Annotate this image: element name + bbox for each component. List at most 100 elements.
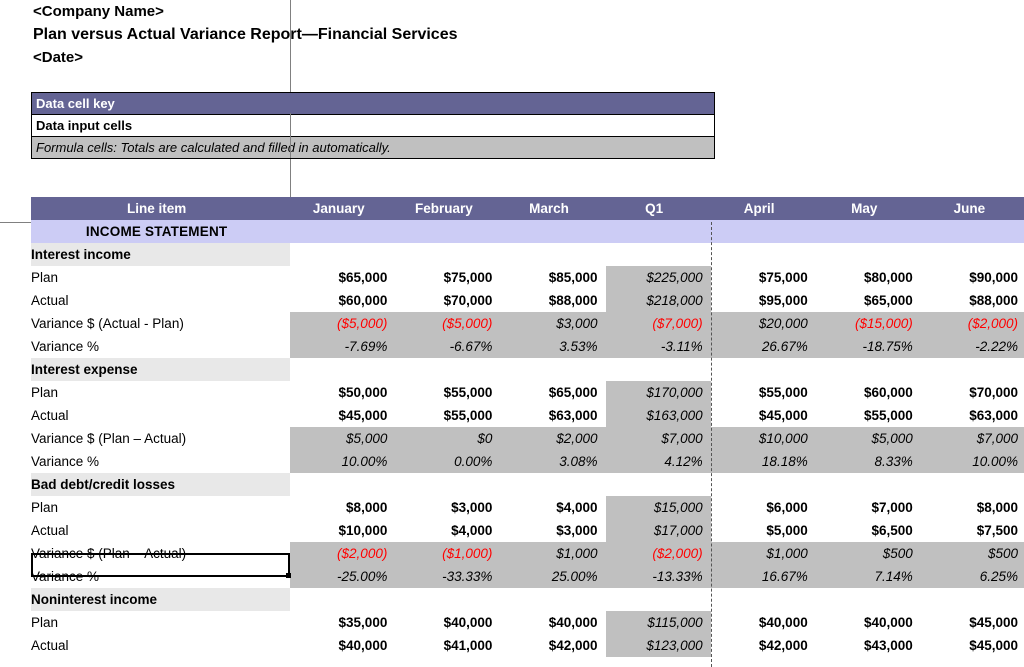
group-heading-label[interactable]: Interest income [31, 243, 291, 266]
data-cell[interactable]: $7,500 [920, 519, 1024, 542]
data-cell[interactable]: $90,000 [920, 266, 1024, 289]
row-label[interactable]: Variance % [31, 450, 291, 473]
data-cell[interactable]: $42,000 [500, 634, 606, 657]
data-cell[interactable]: $50,000 [290, 381, 396, 404]
data-cell[interactable]: $75,000 [710, 266, 816, 289]
data-cell[interactable]: $45,000 [290, 404, 396, 427]
data-cell[interactable]: $41,000 [395, 634, 501, 657]
data-cell[interactable]: ($15,000) [815, 312, 921, 335]
data-cell[interactable]: $63,000 [500, 404, 606, 427]
data-cell[interactable]: $65,000 [815, 289, 921, 312]
data-cell[interactable]: 0.00% [395, 450, 501, 473]
row-label[interactable]: Plan [31, 381, 291, 404]
data-cell[interactable]: $40,000 [710, 611, 816, 634]
data-cell[interactable]: ($5,000) [290, 312, 396, 335]
data-cell[interactable]: $70,000 [395, 289, 501, 312]
data-cell[interactable]: $7,000 [605, 427, 711, 450]
data-cell[interactable]: $163,000 [605, 404, 711, 427]
data-cell[interactable]: 4.12% [605, 450, 711, 473]
data-cell[interactable]: $65,000 [290, 266, 396, 289]
data-cell[interactable]: $6,000 [710, 496, 816, 519]
data-cell[interactable]: $7,000 [920, 427, 1024, 450]
data-cell[interactable]: -6.67% [395, 335, 501, 358]
column-header-q1[interactable]: Q1 [605, 197, 711, 220]
data-cell[interactable]: $88,000 [500, 289, 606, 312]
row-label[interactable]: Variance $ (Actual - Plan) [31, 312, 291, 335]
data-cell[interactable]: $20,000 [710, 312, 816, 335]
row-label[interactable]: Actual [31, 634, 291, 657]
data-cell[interactable]: $88,000 [920, 289, 1024, 312]
data-cell[interactable]: ($7,000) [605, 312, 711, 335]
data-cell[interactable]: 16.67% [710, 565, 816, 588]
data-cell[interactable]: $17,000 [605, 519, 711, 542]
data-cell[interactable]: $55,000 [395, 404, 501, 427]
data-cell[interactable]: ($2,000) [290, 542, 396, 565]
data-cell[interactable]: 10.00% [290, 450, 396, 473]
row-label[interactable]: Variance % [31, 335, 291, 358]
data-cell[interactable]: $8,000 [920, 496, 1024, 519]
row-label[interactable]: Variance $ (Plan – Actual) [31, 542, 291, 565]
data-cell[interactable]: $4,000 [500, 496, 606, 519]
data-cell[interactable]: ($5,000) [395, 312, 501, 335]
data-cell[interactable]: $80,000 [815, 266, 921, 289]
group-heading-label[interactable]: Noninterest income [31, 588, 291, 611]
data-cell[interactable]: $3,000 [500, 519, 606, 542]
data-cell[interactable]: $5,000 [290, 427, 396, 450]
data-cell[interactable]: $43,000 [815, 634, 921, 657]
data-cell[interactable]: $10,000 [290, 519, 396, 542]
data-cell[interactable]: $42,000 [710, 634, 816, 657]
column-header-june[interactable]: June [920, 197, 1024, 220]
row-label[interactable]: Actual [31, 404, 291, 427]
row-label[interactable]: Plan [31, 266, 291, 289]
data-cell[interactable]: $45,000 [920, 634, 1024, 657]
data-cell[interactable]: $115,000 [605, 611, 711, 634]
data-cell[interactable]: $45,000 [710, 404, 816, 427]
data-cell[interactable]: 6.25% [920, 565, 1024, 588]
data-cell[interactable]: -13.33% [605, 565, 711, 588]
data-cell[interactable]: $45,000 [920, 611, 1024, 634]
data-cell[interactable]: $40,000 [290, 634, 396, 657]
data-cell[interactable]: $123,000 [605, 634, 711, 657]
data-cell[interactable]: $40,000 [815, 611, 921, 634]
column-header-february[interactable]: February [395, 197, 501, 220]
data-cell[interactable]: ($2,000) [920, 312, 1024, 335]
data-cell[interactable]: $55,000 [815, 404, 921, 427]
row-label[interactable]: Variance $ (Plan – Actual) [31, 427, 291, 450]
group-heading-label[interactable]: Bad debt/credit losses [31, 473, 291, 496]
data-cell[interactable]: ($2,000) [605, 542, 711, 565]
data-cell[interactable]: ($1,000) [395, 542, 501, 565]
data-cell[interactable]: $95,000 [710, 289, 816, 312]
row-label[interactable]: Actual [31, 519, 291, 542]
column-header-line-item[interactable]: Line item [31, 197, 291, 220]
data-cell[interactable]: $3,000 [395, 496, 501, 519]
column-header-january[interactable]: January [290, 197, 396, 220]
data-cell[interactable]: $85,000 [500, 266, 606, 289]
data-cell[interactable]: $1,000 [710, 542, 816, 565]
data-cell[interactable]: $60,000 [290, 289, 396, 312]
data-cell[interactable]: -25.00% [290, 565, 396, 588]
row-label[interactable]: Plan [31, 496, 291, 519]
data-cell[interactable]: $4,000 [395, 519, 501, 542]
data-cell[interactable]: $7,000 [815, 496, 921, 519]
data-cell[interactable]: -33.33% [395, 565, 501, 588]
column-header-may[interactable]: May [815, 197, 921, 220]
data-cell[interactable]: $3,000 [500, 312, 606, 335]
data-cell[interactable]: 3.08% [500, 450, 606, 473]
data-cell[interactable]: $6,500 [815, 519, 921, 542]
data-cell[interactable]: $70,000 [920, 381, 1024, 404]
data-cell[interactable]: -2.22% [920, 335, 1024, 358]
data-cell[interactable]: 10.00% [920, 450, 1024, 473]
column-header-march[interactable]: March [500, 197, 606, 220]
data-cell[interactable]: 7.14% [815, 565, 921, 588]
data-cell[interactable]: 18.18% [710, 450, 816, 473]
data-cell[interactable]: $5,000 [815, 427, 921, 450]
data-cell[interactable]: $170,000 [605, 381, 711, 404]
data-cell[interactable]: $500 [815, 542, 921, 565]
column-header-april[interactable]: April [710, 197, 816, 220]
data-cell[interactable]: $65,000 [500, 381, 606, 404]
group-heading-label[interactable]: Interest expense [31, 358, 291, 381]
row-label[interactable]: Plan [31, 611, 291, 634]
data-cell[interactable]: $10,000 [710, 427, 816, 450]
data-cell[interactable]: 8.33% [815, 450, 921, 473]
data-cell[interactable]: $5,000 [710, 519, 816, 542]
